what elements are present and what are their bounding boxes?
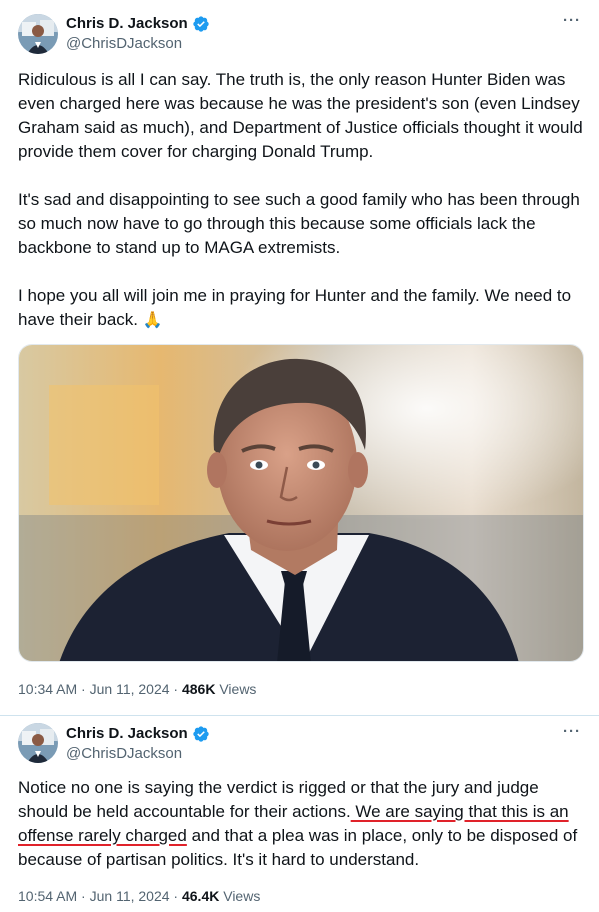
tweet-text: Ridiculous is all I can say. The truth i… bbox=[18, 68, 584, 333]
avatar[interactable] bbox=[18, 723, 58, 763]
author-handle[interactable]: @ChrisDJackson bbox=[66, 34, 182, 54]
meta-separator: · bbox=[81, 681, 86, 697]
more-options-icon[interactable]: ··· bbox=[563, 723, 581, 740]
author-row: Chris D. Jackson bbox=[66, 14, 210, 34]
paragraph-2: It's sad and disappointing to see such a… bbox=[18, 190, 580, 257]
tweet-text: Notice no one is saying the verdict is r… bbox=[18, 776, 584, 872]
tweet-2: Chris D. Jackson @ChrisDJackson ··· Noti… bbox=[0, 717, 599, 912]
avatar[interactable] bbox=[18, 14, 58, 54]
meta-separator: · bbox=[81, 888, 86, 904]
paragraph-3: I hope you all will join me in praying f… bbox=[18, 284, 584, 333]
verified-badge-icon bbox=[192, 725, 210, 743]
views-label: Views bbox=[219, 681, 257, 697]
views-count: 486K bbox=[181, 681, 216, 697]
meta-separator: · bbox=[173, 888, 179, 904]
tweet-meta: 10:54 AM · Jun 11, 2024 · 46.4K Views bbox=[18, 886, 260, 906]
author-row: Chris D. Jackson bbox=[66, 724, 210, 744]
views-label: Views bbox=[223, 888, 261, 904]
meta-separator: · bbox=[173, 681, 179, 697]
more-options-icon[interactable]: ··· bbox=[563, 12, 581, 29]
praying-hands-emoji: 🙏 bbox=[142, 312, 163, 329]
paragraph-1: Ridiculous is all I can say. The truth i… bbox=[18, 70, 583, 161]
verified-badge-icon bbox=[192, 15, 210, 33]
author-handle[interactable]: @ChrisDJackson bbox=[66, 744, 182, 764]
tweet-time[interactable]: 10:54 AM bbox=[18, 888, 77, 904]
author-name[interactable]: Chris D. Jackson bbox=[66, 14, 188, 34]
views-count: 46.4K bbox=[181, 888, 220, 904]
tweet-1: Chris D. Jackson @ChrisDJackson ··· Ridi… bbox=[0, 0, 599, 716]
tweet-date[interactable]: Jun 11, 2024 bbox=[90, 888, 170, 904]
tweet-meta: 10:34 AM · Jun 11, 2024 · 486K Views bbox=[18, 679, 256, 699]
tweet-time[interactable]: 10:34 AM bbox=[18, 681, 77, 697]
paragraph-3-text: I hope you all will join me in praying f… bbox=[18, 286, 572, 329]
author-name[interactable]: Chris D. Jackson bbox=[66, 724, 188, 744]
tweet-photo[interactable] bbox=[18, 344, 584, 662]
tweet-date[interactable]: Jun 11, 2024 bbox=[90, 681, 170, 697]
